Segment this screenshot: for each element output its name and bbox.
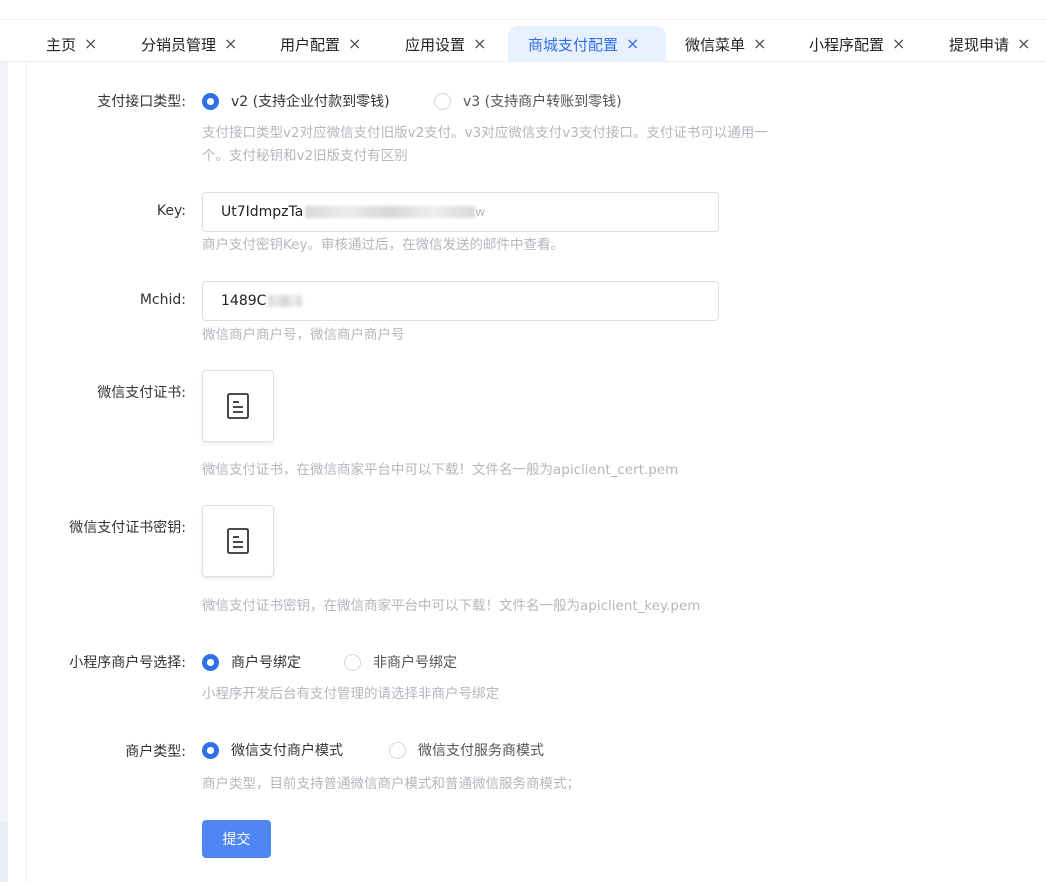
tab-miniprogram-config[interactable]: 小程序配置 × (789, 26, 925, 62)
tab-bar-divider (0, 19, 1046, 20)
radio-label: v3 (支持商户转账到零钱) (463, 94, 622, 110)
pay-type-help-line1: 支付接口类型v2对应微信支付旧版v2支付。v3对应微信支付v3支付接口。支付证书… (202, 125, 768, 141)
close-icon[interactable]: × (84, 36, 97, 52)
radio-unchecked-icon (434, 92, 451, 110)
cert-upload[interactable] (202, 370, 274, 442)
key-input[interactable]: Ut7IdmpzTa w (202, 192, 719, 232)
radio-label: 微信支付商户模式 (231, 743, 343, 759)
tab-label: 主页 (46, 35, 77, 54)
close-icon[interactable]: × (626, 36, 639, 52)
tab-label: 应用设置 (405, 35, 466, 54)
merchant-type-normal-radio[interactable]: 微信支付商户模式 (202, 740, 343, 760)
merchant-type-service-radio[interactable]: 微信支付服务商模式 (389, 740, 544, 760)
mini-merchant-bound-radio[interactable]: 商户号绑定 (202, 652, 301, 672)
radio-unchecked-icon (344, 653, 361, 671)
radio-unchecked-icon (389, 741, 406, 759)
tab-mall-payment-config[interactable]: 商城支付配置 × (508, 26, 666, 62)
app-root: 主页 × 分销员管理 × 用户配置 × 应用设置 × 商城支付配置 × 微信菜单… (0, 0, 1046, 882)
tab-home[interactable]: 主页 × (26, 26, 117, 62)
tab-label: 微信菜单 (685, 35, 746, 54)
radio-label: 微信支付服务商模式 (418, 743, 544, 759)
mchid-value: 1489C (221, 293, 267, 309)
key-value-tail: w (475, 205, 486, 219)
radio-label: 商户号绑定 (231, 655, 301, 671)
tab-label: 分销员管理 (141, 35, 217, 54)
submit-button[interactable]: 提交 (202, 820, 271, 858)
redacted-value (305, 206, 476, 218)
radio-checked-icon (202, 653, 219, 671)
mini-merchant-label: 小程序商户号选择: (69, 655, 186, 671)
document-icon (227, 528, 249, 554)
pay-type-v3-radio[interactable]: v3 (支持商户转账到零钱) (434, 91, 622, 111)
tab-distributor-management[interactable]: 分销员管理 × (121, 26, 257, 62)
key-help: 商户支付密钥Key。审核通过后，在微信发送的邮件中查看。 (202, 237, 564, 253)
tab-withdraw-requests[interactable]: 提现申请 × (929, 26, 1046, 62)
tab-label: 用户配置 (280, 35, 341, 54)
pay-type-help-line2: 个。支付秘钥和v2旧版支付有区别 (202, 148, 408, 164)
tab-user-config[interactable]: 用户配置 × (260, 26, 381, 62)
sidebar-edge-highlight (0, 822, 8, 882)
tab-label: 商城支付配置 (528, 35, 619, 54)
close-icon[interactable]: × (892, 36, 905, 52)
pay-type-v2-radio[interactable]: v2 (支持企业付款到零钱) (202, 91, 390, 111)
merchant-type-help: 商户类型，目前支持普通微信商户模式和普通微信服务商模式； (202, 776, 580, 792)
close-icon[interactable]: × (473, 36, 486, 52)
tab-label: 小程序配置 (809, 35, 885, 54)
cert-key-label: 微信支付证书密钥: (69, 520, 186, 536)
cert-key-upload[interactable] (202, 505, 274, 577)
key-value: Ut7IdmpzTa (221, 204, 304, 220)
close-icon[interactable]: × (1017, 36, 1030, 52)
tab-app-settings[interactable]: 应用设置 × (385, 26, 506, 62)
radio-checked-icon (202, 741, 219, 759)
sidebar-edge (0, 62, 27, 882)
key-label: Key: (156, 203, 186, 219)
tab-wechat-menu[interactable]: 微信菜单 × (665, 26, 786, 62)
close-icon[interactable]: × (753, 36, 766, 52)
close-icon[interactable]: × (224, 36, 237, 52)
close-icon[interactable]: × (348, 36, 361, 52)
cert-help: 微信支付证书，在微信商家平台中可以下载！文件名一般为apiclient_cert… (202, 462, 679, 478)
radio-label: 非商户号绑定 (373, 655, 457, 671)
tab-bar: 主页 × 分销员管理 × 用户配置 × 应用设置 × 商城支付配置 × 微信菜单… (0, 0, 1046, 62)
merchant-type-label: 商户类型: (125, 744, 186, 760)
mchid-input[interactable]: 1489C (202, 281, 719, 321)
redacted-value (268, 295, 303, 307)
mchid-label: Mchid: (139, 292, 186, 308)
mini-merchant-help: 小程序开发后台有支付管理的请选择非商户号绑定 (202, 686, 499, 702)
pay-type-label: 支付接口类型: (97, 94, 186, 110)
tab-label: 提现申请 (949, 35, 1010, 54)
sidebar-edge-bg (0, 62, 8, 882)
document-icon (227, 393, 249, 419)
radio-label: v2 (支持企业付款到零钱) (231, 94, 390, 110)
cert-key-help: 微信支付证书密钥，在微信商家平台中可以下载！文件名一般为apiclient_ke… (202, 598, 701, 614)
radio-checked-icon (202, 92, 219, 110)
mini-merchant-unbound-radio[interactable]: 非商户号绑定 (344, 652, 457, 672)
mchid-help: 微信商户商户号，微信商户商户号 (202, 327, 405, 343)
cert-label: 微信支付证书: (97, 385, 186, 401)
